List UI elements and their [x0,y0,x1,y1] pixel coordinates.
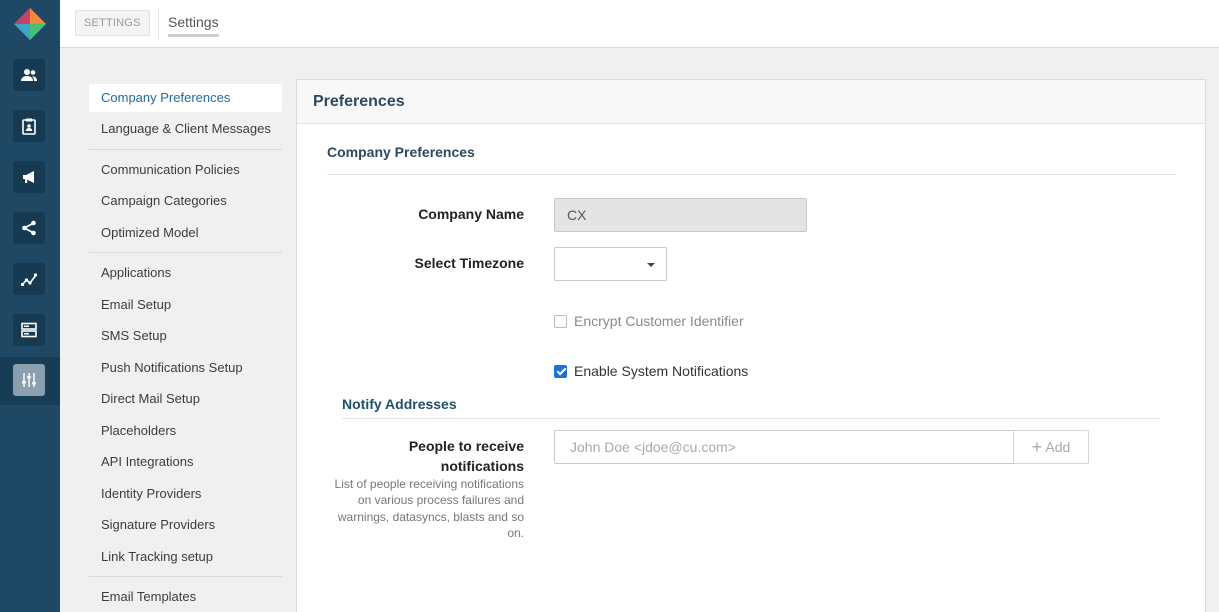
nav-item-campaign-categories[interactable]: Campaign Categories [89,187,282,219]
settings-nav: Company Preferences Language & Client Me… [89,84,282,612]
nav-divider [89,148,282,150]
notify-email-input[interactable]: John Doe <jdoe@cu.com> [554,430,1014,464]
notify-addresses-divider [342,418,1160,419]
encrypt-identifier-row: Encrypt Customer Identifier [554,313,744,329]
add-address-button[interactable]: + Add [1013,430,1089,464]
encrypt-identifier-label: Encrypt Customer Identifier [574,313,744,329]
plus-icon: + [1031,437,1043,457]
nav-item-optimized-model[interactable]: Optimized Model [89,219,282,251]
nav-item-link-tracking-setup[interactable]: Link Tracking setup [89,543,282,575]
nav-item-placeholders[interactable]: Placeholders [89,417,282,449]
company-name-label: Company Name [418,206,524,222]
system-notifications-row: Enable System Notifications [554,363,748,379]
megaphone-icon[interactable] [13,161,45,193]
timezone-select[interactable] [554,247,667,281]
company-name-field: CX [554,198,807,232]
panel-title: Preferences [297,80,1205,124]
nav-item-identity-providers[interactable]: Identity Providers [89,480,282,512]
nav-item-email-setup[interactable]: Email Setup [89,291,282,323]
people-icon[interactable] [13,59,45,91]
clipboard-icon[interactable] [13,110,45,142]
nav-divider [89,252,282,253]
nav-item-api-integrations[interactable]: API Integrations [89,448,282,480]
nav-item-applications[interactable]: Applications [89,259,282,291]
notify-addresses-title: Notify Addresses [342,396,457,412]
nav-divider [89,576,282,577]
share-icon[interactable] [13,212,45,244]
people-to-notify-label: People to receive notifications [408,438,524,474]
preferences-panel: Preferences Company Preferences Company … [296,79,1206,612]
nav-item-push-notifications-setup[interactable]: Push Notifications Setup [89,354,282,386]
nav-item-sms-setup[interactable]: SMS Setup [89,322,282,354]
nav-item-language-client-messages[interactable]: Language & Client Messages [89,115,282,147]
section-title: Company Preferences [327,144,475,160]
system-notifications-label: Enable System Notifications [574,363,749,379]
sliders-icon[interactable] [13,364,45,396]
section-divider [327,174,1176,175]
breadcrumb-divider [158,8,159,40]
caret-down-icon [647,263,655,267]
analytics-icon[interactable] [13,263,45,295]
add-address-label: Add [1045,439,1071,455]
nav-item-signature-providers[interactable]: Signature Providers [89,511,282,543]
top-bar: SETTINGS Settings [60,0,1219,48]
icon-rail [0,0,60,612]
nav-item-email-templates[interactable]: Email Templates [89,583,282,612]
nav-item-direct-mail-setup[interactable]: Direct Mail Setup [89,385,282,417]
nav-item-company-preferences[interactable]: Company Preferences [89,84,282,112]
timezone-label: Select Timezone [414,255,524,271]
app-logo-icon[interactable] [12,6,48,42]
system-notifications-checkbox[interactable] [554,364,567,378]
encrypt-identifier-checkbox[interactable] [554,314,567,328]
server-icon[interactable] [13,314,45,346]
breadcrumb-badge[interactable]: SETTINGS [75,10,150,36]
nav-item-communication-policies[interactable]: Communication Policies [89,156,282,188]
page-title: Settings [168,14,219,37]
people-to-notify-help: List of people receiving notifications o… [334,477,524,540]
